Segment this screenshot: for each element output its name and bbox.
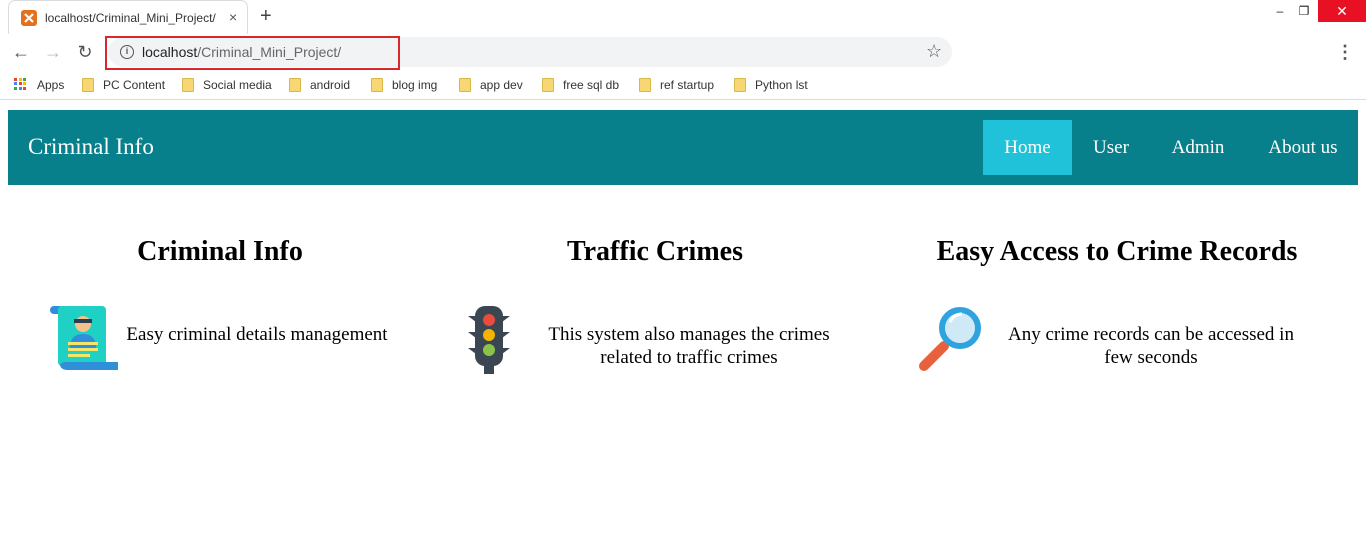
new-tab-button[interactable]: +	[260, 4, 272, 28]
url-highlight-box	[105, 36, 400, 70]
folder-icon	[182, 77, 194, 92]
bookmark-free-sql-db[interactable]: free sql db	[542, 76, 619, 94]
bookmark-label: Social media	[203, 78, 272, 92]
folder-icon	[459, 77, 471, 92]
bookmark-label: Python lst	[755, 78, 808, 92]
feature-text: Any crime records can be accessed in few…	[1008, 324, 1294, 368]
browser-menu-icon[interactable]: ⋮	[1336, 41, 1354, 63]
bookmark-apps[interactable]: Apps	[14, 76, 64, 94]
bookmarks-bar: Apps PC Content Social media android blo…	[0, 70, 1366, 100]
feature-title: Traffic Crimes	[567, 236, 743, 267]
bookmark-app-dev[interactable]: app dev	[459, 76, 523, 94]
nav-item-user[interactable]: User	[1086, 120, 1136, 175]
window-maximize-button[interactable]: ❐	[1286, 0, 1322, 22]
bookmark-label: blog img	[392, 78, 438, 92]
bookmark-android[interactable]: android	[289, 76, 350, 94]
nav-item-home[interactable]: Home	[983, 120, 1072, 175]
folder-icon	[82, 77, 94, 92]
bookmark-star-icon[interactable]: ☆	[926, 41, 942, 62]
xampp-favicon-icon	[21, 10, 37, 26]
bookmark-ref-startup[interactable]: ref startup	[639, 76, 714, 94]
bookmark-label: PC Content	[103, 78, 166, 92]
browser-tabstrip: localhost/Criminal_Mini_Project/ × + – ❐…	[0, 0, 1366, 34]
bookmark-label: ref startup	[660, 78, 715, 92]
feature-title: Easy Access to Crime Records	[936, 236, 1298, 267]
feature-title: Criminal Info	[137, 236, 303, 267]
folder-icon	[639, 77, 651, 92]
bookmark-label: android	[310, 78, 351, 92]
bookmark-label: app dev	[480, 78, 523, 92]
window-close-button[interactable]: ✕	[1318, 0, 1366, 22]
reload-icon[interactable]: ↻	[74, 41, 96, 63]
bookmark-pc-content[interactable]: PC Content	[82, 76, 165, 94]
back-arrow-icon[interactable]: ←	[10, 41, 32, 63]
forward-arrow-icon[interactable]: →	[42, 41, 64, 63]
criminal-scroll-icon	[48, 304, 120, 379]
folder-icon	[289, 77, 301, 92]
bookmark-blog-img[interactable]: blog img	[371, 76, 437, 94]
site-navbar: Criminal Info Home User Admin About us	[8, 110, 1358, 185]
folder-icon	[371, 77, 383, 92]
folder-icon	[542, 77, 554, 92]
bookmark-label: Apps	[37, 78, 65, 92]
folder-icon	[734, 77, 746, 92]
site-brand[interactable]: Criminal Info	[28, 134, 154, 160]
bookmark-label: free sql db	[563, 78, 620, 92]
bookmark-python-lst[interactable]: Python lst	[734, 76, 808, 94]
traffic-light-icon	[464, 304, 514, 379]
browser-tab[interactable]: localhost/Criminal_Mini_Project/ ×	[8, 0, 248, 34]
tab-close-icon[interactable]: ×	[229, 9, 237, 25]
magnifier-icon	[914, 304, 986, 379]
tab-title: localhost/Criminal_Mini_Project/	[45, 11, 216, 25]
apps-grid-icon	[14, 77, 28, 92]
feature-text: Easy criminal details management	[126, 324, 388, 345]
bookmark-social-media[interactable]: Social media	[182, 76, 272, 94]
nav-item-about-us[interactable]: About us	[1258, 120, 1348, 175]
nav-item-admin[interactable]: Admin	[1164, 120, 1232, 175]
feature-text: This system also manages the crimes rela…	[548, 324, 830, 368]
